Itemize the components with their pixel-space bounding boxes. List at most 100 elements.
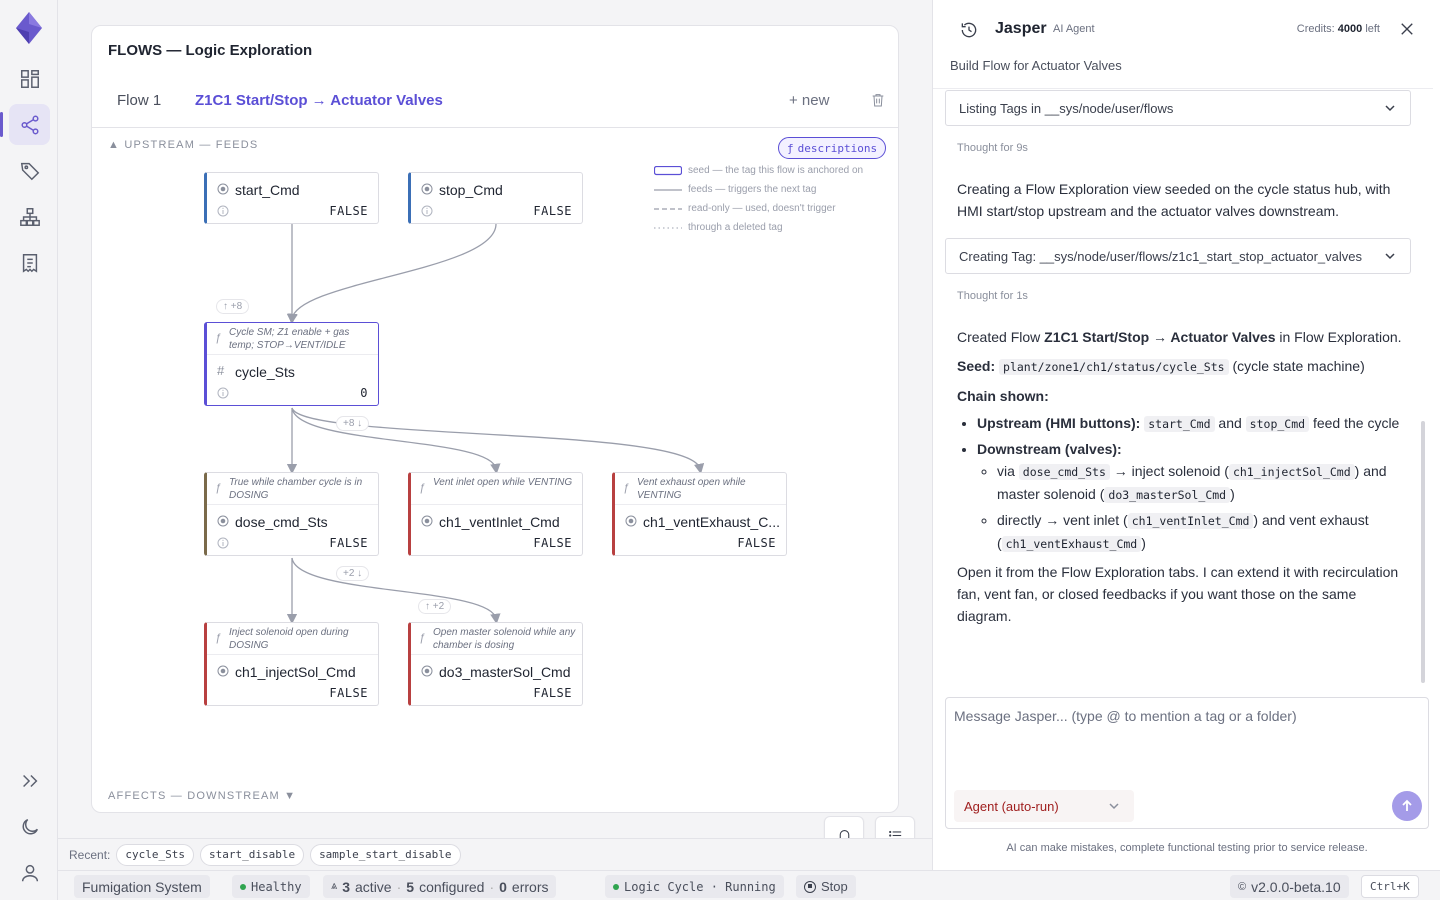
rail-tags-button[interactable] (9, 150, 50, 191)
rail-user-button[interactable] (9, 852, 50, 893)
assistant-result-message: Created Flow Z1C1 Start/Stop → Actuator … (957, 326, 1407, 627)
boolean-icon (421, 183, 433, 195)
downstream-count-badge[interactable]: +8 ↓ (336, 416, 370, 431)
number-icon: # (217, 363, 225, 378)
assistant-message: Creating a Flow Exploration view seeded … (957, 181, 1391, 219)
node-description: ƒ Inject solenoid open during DOSING (207, 623, 378, 655)
tab-z1c1-flow[interactable]: Z1C1 Start/Stop → Actuator Valves (195, 92, 443, 109)
close-icon[interactable] (1398, 20, 1416, 38)
edge-legend: seed — the tag this flow is anchored on … (654, 164, 863, 240)
delete-flow-button[interactable] (870, 92, 888, 110)
transcript-scrollbar[interactable] (1421, 421, 1425, 683)
chevron-down-icon (1385, 253, 1395, 260)
boolean-icon (217, 515, 229, 527)
new-flow-button[interactable]: + new (789, 92, 829, 109)
logic-cycle-status[interactable]: Logic Cycle · Running (605, 875, 784, 898)
agent-name: Jasper (995, 20, 1047, 37)
node-name: ch1_injectSol_Cmd (235, 664, 356, 680)
app-logo-icon[interactable] (16, 12, 42, 44)
agent-role: AI Agent (1053, 23, 1095, 35)
receipt-icon (22, 253, 37, 273)
agent-mode-select[interactable]: Agent (auto-run) (954, 790, 1134, 822)
arrow-up-icon (1402, 799, 1412, 811)
tool-call-listing-tags[interactable]: Listing Tags in __sys/node/user/flows (945, 90, 1411, 126)
message-input[interactable] (954, 708, 1420, 778)
descriptions-label: descriptions (797, 141, 878, 155)
thought-duration[interactable]: Thought for 9s (957, 142, 1028, 154)
boolean-icon (421, 665, 433, 677)
boolean-icon (217, 183, 229, 195)
recent-chip[interactable]: cycle_Sts (116, 843, 194, 866)
flow-canvas-card: FLOWS — Logic Exploration Flow 1 Z1C1 St… (91, 25, 899, 813)
rail-dashboard-button[interactable] (9, 58, 50, 99)
flows-main: FLOWS — Logic Exploration Flow 1 Z1C1 St… (58, 0, 932, 854)
double-chevron-right-icon (22, 774, 37, 787)
tab-flow-1[interactable]: Flow 1 (117, 92, 161, 109)
info-icon[interactable] (421, 205, 433, 217)
health-status[interactable]: Healthy (232, 875, 310, 898)
status-bar: Fumigation System Healthy ⩓ 3 active · 5 co… (58, 870, 1440, 900)
left-rail (0, 0, 58, 900)
thought-duration[interactable]: Thought for 1s (957, 290, 1028, 302)
tag-icon (20, 162, 39, 180)
history-icon[interactable] (959, 20, 979, 40)
ai-disclaimer: AI can make mistakes, complete functiona… (1006, 842, 1368, 854)
running-dot-icon (613, 883, 619, 890)
stop-cycle-button[interactable]: Stop (796, 875, 856, 898)
upstream-count-badge[interactable]: ↑ +8 (216, 299, 250, 314)
node-value: FALSE (533, 204, 572, 218)
network-icon: ⩓ (331, 880, 338, 892)
info-icon[interactable] (217, 537, 229, 549)
recent-chip[interactable]: start_disable (199, 843, 305, 866)
node-description: ƒ True while chamber cycle is in DOSING (207, 473, 378, 505)
info-icon[interactable] (217, 387, 229, 399)
legend-deleted: through a deleted tag (654, 222, 783, 233)
rail-reports-button[interactable] (9, 242, 50, 283)
credits-info: Credits: 4000 left (1296, 23, 1380, 35)
node-value: FALSE (737, 536, 776, 550)
upstream-label: ▲ UPSTREAM — FEEDS (108, 139, 259, 151)
system-name[interactable]: Fumigation System (74, 875, 210, 898)
node-do3-mastersol-cmd[interactable]: ƒ Open master solenoid while any chamber … (408, 622, 583, 706)
task-title: Build Flow for Actuator Valves (950, 58, 1122, 73)
legend-feeds: feeds — triggers the next tag (654, 184, 817, 195)
node-name: start_Cmd (235, 182, 300, 198)
upstream-master-badge[interactable]: ↑ +2 (418, 599, 452, 614)
node-name: do3_masterSol_Cmd (439, 664, 571, 680)
rail-flows-button[interactable] (0, 104, 50, 145)
descriptions-toggle[interactable]: ƒ descriptions (778, 137, 887, 159)
command-palette-shortcut[interactable]: Ctrl+K (1361, 875, 1419, 898)
send-button[interactable] (1392, 791, 1422, 821)
node-ch1-ventexhaust-cmd[interactable]: ƒ Vent exhaust open while VENTING ch1_ven… (612, 472, 787, 556)
node-dose-cmd-sts[interactable]: ƒ True while chamber cycle is in DOSING d… (204, 472, 379, 556)
recent-chip[interactable]: sample_start_disable (310, 843, 461, 866)
grid-icon (20, 69, 39, 88)
node-description: ƒ Open master solenoid while any chamber … (411, 623, 582, 655)
user-icon (21, 864, 38, 881)
node-description: ƒ Cycle SM; Z1 enable + gas temp; STOP→VE… (207, 323, 378, 355)
node-ch1-injectsol-cmd[interactable]: ƒ Inject solenoid open during DOSING ch1_… (204, 622, 379, 706)
function-icon: ƒ (787, 141, 794, 155)
downstream-dose-badge[interactable]: +2 ↓ (336, 566, 370, 581)
health-dot-icon (240, 883, 246, 890)
node-ch1-ventinlet-cmd[interactable]: ƒ Vent inlet open while VENTING ch1_ventI… (408, 472, 583, 556)
flow-tabs: Flow 1 Z1C1 Start/Stop → Actuator Valves… (92, 84, 898, 128)
recent-bar: Recent: cycle_Sts start_disable sample_s… (58, 838, 932, 870)
runtime-summary[interactable]: ⩓ 3 active · 5 configured · 0 errors (323, 875, 557, 898)
message-composer: Agent (auto-run) (945, 697, 1429, 829)
tool-call-creating-tag[interactable]: Creating Tag: __sys/node/user/flows/z1c1… (945, 238, 1411, 274)
legend-seed: seed — the tag this flow is anchored on (654, 164, 863, 183)
chat-transcript[interactable]: Listing Tags in __sys/node/user/flows Th… (933, 88, 1433, 688)
rail-theme-button[interactable] (9, 806, 50, 847)
node-name: ch1_ventExhaust_C... (643, 514, 780, 530)
info-icon[interactable] (217, 205, 229, 217)
hierarchy-icon (19, 207, 40, 226)
rail-expand-button[interactable] (9, 760, 50, 801)
ai-agent-panel: Jasper AI Agent Credits: 4000 left Build… (932, 0, 1440, 870)
node-start-cmd[interactable]: start_Cmd FALSE (204, 172, 379, 224)
chevron-down-icon (1109, 803, 1119, 810)
node-cycle-sts-seed[interactable]: ƒ Cycle SM; Z1 enable + gas temp; STOP→VE… (204, 322, 379, 406)
rail-hierarchy-button[interactable] (9, 196, 50, 237)
version-badge[interactable]: © v2.0.0-beta.10 (1230, 875, 1349, 898)
node-stop-cmd[interactable]: stop_Cmd FALSE (408, 172, 583, 224)
